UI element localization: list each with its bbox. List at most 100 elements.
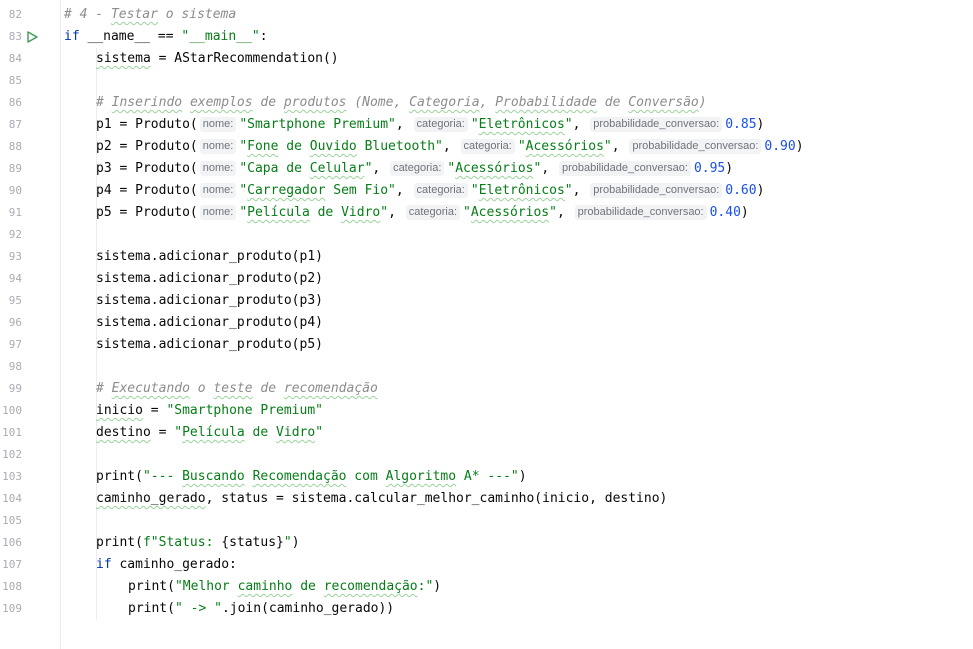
code-token: 0.95 xyxy=(693,161,726,176)
code-line[interactable]: 98 xyxy=(0,356,973,378)
code-text[interactable]: sistema.adicionar_produto(p4) xyxy=(64,312,323,334)
code-editor[interactable]: 82 # 4 - Testar o sistema 83 if __name__ ==… xyxy=(0,0,973,649)
code-line[interactable]: 85 xyxy=(0,70,973,92)
code-line[interactable]: 101 destino = "Película de Vidro" xyxy=(0,422,973,444)
line-number: 106 xyxy=(2,536,22,549)
line-number: 82 xyxy=(8,8,22,21)
code-token: caminho_gerado xyxy=(96,491,206,506)
code-text[interactable]: print(" -> ".join(caminho_gerado)) xyxy=(64,598,394,620)
code-text[interactable]: p1 = Produto(nome: "Smartphone Premium", … xyxy=(64,114,764,136)
code-line[interactable]: 104 caminho_gerado, status = sistema.calc… xyxy=(0,488,973,510)
code-token: # 4 - xyxy=(64,7,111,22)
code-text[interactable]: if caminho_gerado: xyxy=(64,554,237,576)
code-line[interactable]: 109 print(" -> ".join(caminho_gerado)) xyxy=(0,598,973,620)
code-token: {status} xyxy=(221,535,284,550)
code-token: , xyxy=(442,139,459,154)
code-text[interactable] xyxy=(64,224,96,246)
line-number: 86 xyxy=(8,96,22,109)
code-line[interactable]: 93 sistema.adicionar_produto(p1) xyxy=(0,246,973,268)
code-text[interactable]: # Inserindo exemplos de produtos (Nome, … xyxy=(64,92,707,114)
code-text[interactable]: p5 = Produto(nome: "Película de Vidro", c… xyxy=(64,202,749,224)
code-line[interactable]: 94 sistema.adicionar_produto(p2) xyxy=(0,268,973,290)
line-number: 88 xyxy=(8,140,22,153)
code-line[interactable]: 83 if __name__ == "__main__": xyxy=(0,26,973,48)
parameter-hint: probabilidade_conversao: xyxy=(590,183,723,198)
code-text[interactable]: sistema = AStarRecommendation() xyxy=(64,48,339,70)
code-text[interactable]: p4 = Produto(nome: "Carregador Sem Fio", … xyxy=(64,180,764,202)
run-icon[interactable] xyxy=(26,31,38,43)
code-token: ( xyxy=(135,535,143,550)
code-token: print xyxy=(96,469,136,484)
code-line[interactable]: 108 print("Melhor caminho de recomendação… xyxy=(0,576,973,598)
line-number: 85 xyxy=(8,74,22,87)
code-token: "--- xyxy=(142,469,183,484)
line-number: 92 xyxy=(8,228,22,241)
code-token: Celular xyxy=(309,161,365,176)
code-line[interactable]: 86 # Inserindo exemplos de produtos (Nome… xyxy=(0,92,973,114)
parameter-hint: nome: xyxy=(199,161,237,176)
code-text[interactable] xyxy=(64,510,96,532)
code-line[interactable]: 82 # 4 - Testar o sistema xyxy=(0,4,973,26)
code-line[interactable]: 92 xyxy=(0,224,973,246)
parameter-hint: nome: xyxy=(199,117,237,132)
code-token: Vidro xyxy=(276,425,316,440)
code-line[interactable]: 96 sistema.adicionar_produto(p4) xyxy=(0,312,973,334)
code-text[interactable] xyxy=(64,70,96,92)
indent-guide xyxy=(96,510,97,532)
code-line[interactable]: 95 sistema.adicionar_produto(p3) xyxy=(0,290,973,312)
code-line[interactable]: 100 inicio = "Smartphone Premium" xyxy=(0,400,973,422)
code-line[interactable]: 107 if caminho_gerado: xyxy=(0,554,973,576)
parameter-hint: categoria: xyxy=(390,161,445,176)
code-text[interactable]: destino = "Película de Vidro" xyxy=(64,422,323,444)
code-token: __name__ == xyxy=(79,29,182,44)
code-token: sistema xyxy=(96,51,151,66)
code-token: ( xyxy=(167,579,175,594)
code-line[interactable]: 87 p1 = Produto(nome: "Smartphone Premium"… xyxy=(0,114,973,136)
line-number: 98 xyxy=(8,360,22,373)
code-text[interactable]: sistema.adicionar_produto(p2) xyxy=(64,268,323,290)
code-text[interactable]: p2 = Produto(nome: "Fone de Ouvido Blueto… xyxy=(64,136,804,158)
code-token: de xyxy=(596,95,629,110)
code-text[interactable]: sistema.adicionar_produto(p3) xyxy=(64,290,323,312)
code-text[interactable]: print(f"Status: {status}") xyxy=(64,532,300,554)
code-token: Eletrônicos xyxy=(478,183,565,198)
code-token: com xyxy=(346,469,386,484)
code-token: de xyxy=(252,95,284,110)
code-line[interactable]: 97 sistema.adicionar_produto(p5) xyxy=(0,334,973,356)
code-text[interactable]: inicio = "Smartphone Premium" xyxy=(64,400,323,422)
code-line[interactable]: 84 sistema = AStarRecommendation() xyxy=(0,48,973,70)
code-token: teste xyxy=(213,381,253,396)
code-line[interactable]: 106 print(f"Status: {status}") xyxy=(0,532,973,554)
code-token: ) xyxy=(433,579,442,594)
code-token: "Capa de xyxy=(239,161,310,176)
code-token: exemplos xyxy=(189,95,253,110)
code-text[interactable]: # 4 - Testar o sistema xyxy=(64,4,236,26)
code-line[interactable]: 90 p4 = Produto(nome: "Carregador Sem Fio"… xyxy=(0,180,973,202)
code-text[interactable]: print("Melhor caminho de recomendação:") xyxy=(64,576,441,598)
code-line[interactable]: 103 print("--- Buscando Recomendação com … xyxy=(0,466,973,488)
code-text[interactable]: sistema.adicionar_produto(p1) xyxy=(64,246,323,268)
code-text[interactable] xyxy=(64,444,96,466)
code-line[interactable]: 89 p3 = Produto(nome: "Capa de Celular", c… xyxy=(0,158,973,180)
code-text[interactable]: sistema.adicionar_produto(p5) xyxy=(64,334,323,356)
code-token: " xyxy=(549,205,557,220)
code-token: p3 = Produto( xyxy=(96,161,198,176)
code-token: inicio xyxy=(96,403,143,418)
code-line[interactable]: 88 p2 = Produto(nome: "Fone de Ouvido Blue… xyxy=(0,136,973,158)
code-line[interactable]: 102 xyxy=(0,444,973,466)
code-token: de xyxy=(309,205,342,220)
line-number: 91 xyxy=(8,206,22,219)
code-text[interactable]: if __name__ == "__main__": xyxy=(64,26,268,48)
code-text[interactable]: print("--- Buscando Recomendação com Alg… xyxy=(64,466,527,488)
code-token: sistema.adicionar_produto(p4) xyxy=(96,315,323,330)
code-text[interactable] xyxy=(64,356,96,378)
code-text[interactable]: # Executando o teste de recomendação xyxy=(64,378,378,400)
code-line[interactable]: 91 p5 = Produto(nome: "Película de Vidro",… xyxy=(0,202,973,224)
code-line[interactable]: 99 # Executando o teste de recomendação xyxy=(0,378,973,400)
code-token: "__main__" xyxy=(181,29,260,44)
code-text[interactable]: p3 = Produto(nome: "Capa de Celular", cat… xyxy=(64,158,733,180)
code-text[interactable]: caminho_gerado, status = sistema.calcula… xyxy=(64,488,667,510)
code-line[interactable]: 105 xyxy=(0,510,973,532)
